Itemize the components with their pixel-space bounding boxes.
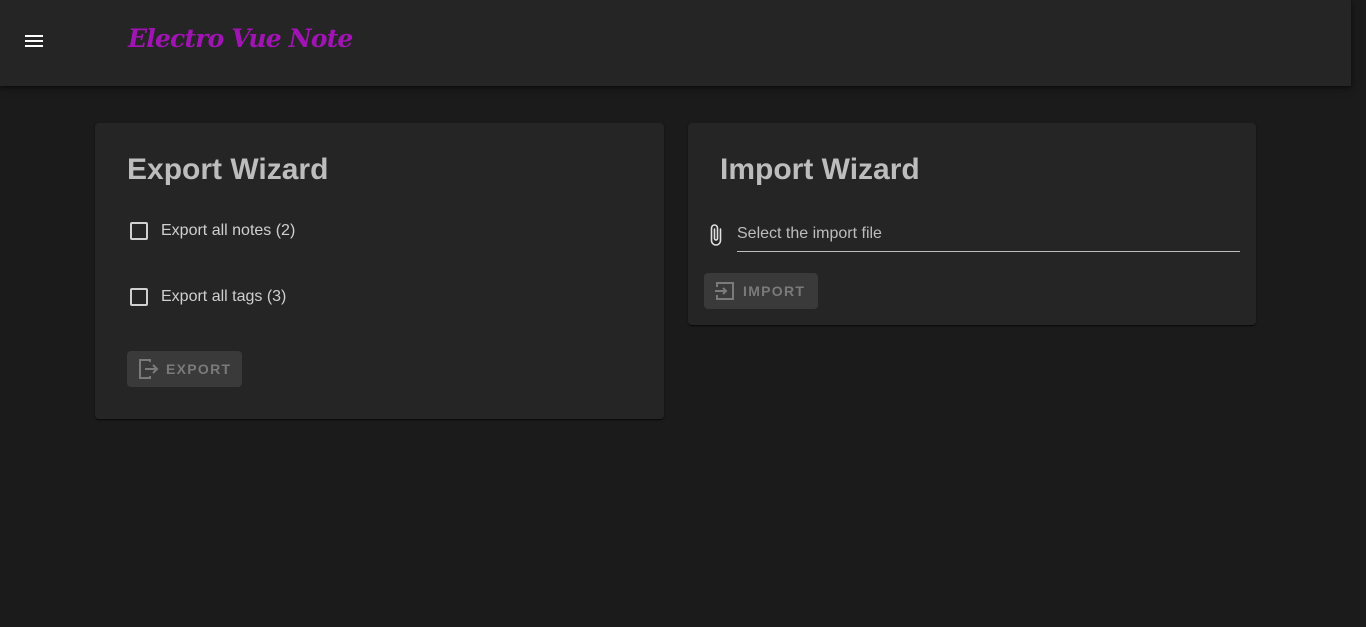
import-button-label: IMPORT [743,283,806,299]
menu-button[interactable] [14,21,54,61]
export-tags-label: Export all tags (3) [161,288,287,305]
import-wizard-title: Import Wizard [720,153,920,186]
export-button-label: EXPORT [166,361,232,377]
export-icon [139,359,159,379]
import-file-input[interactable]: Select the import file [737,221,1240,252]
app-title: Electro Vue Note [128,24,353,53]
export-button[interactable]: EXPORT [127,351,242,387]
export-notes-label: Export all notes (2) [161,222,296,239]
scrollbar[interactable] [1351,0,1366,627]
export-tags-checkbox[interactable]: Export all tags (3) [127,288,286,306]
menu-icon [25,35,43,47]
export-wizard-title: Export Wizard [127,153,329,186]
export-notes-checkbox[interactable]: Export all notes (2) [127,222,295,240]
import-icon [715,282,734,300]
import-file-placeholder: Select the import file [737,225,882,242]
checkbox-icon[interactable] [130,222,148,240]
app-bar: Electro Vue Note [0,0,1351,86]
export-wizard-card: Export Wizard Export all notes (2) Expor… [95,123,664,419]
paperclip-icon[interactable] [704,223,728,247]
import-file-field[interactable]: Select the import file [704,221,1240,253]
checkbox-icon[interactable] [130,288,148,306]
import-button[interactable]: IMPORT [704,273,818,309]
import-wizard-card: Import Wizard Select the import file IMP… [688,123,1256,325]
